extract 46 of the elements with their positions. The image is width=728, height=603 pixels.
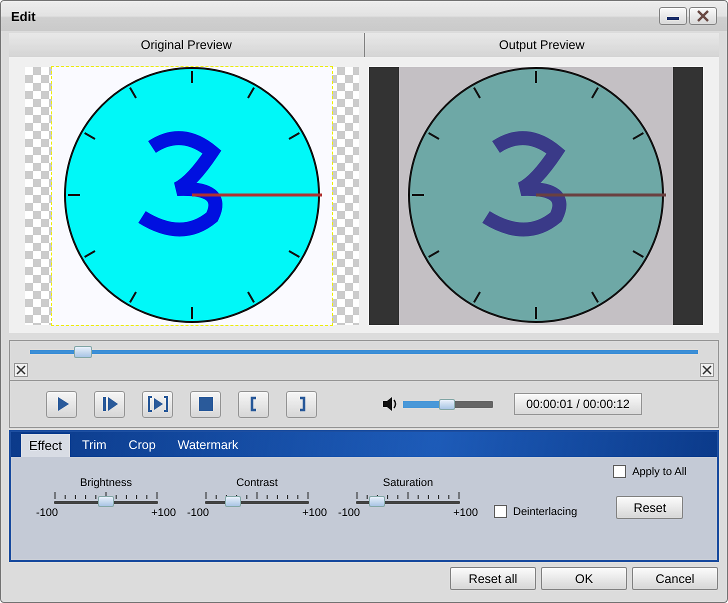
min-value: -100 xyxy=(338,507,360,519)
slider-thumb[interactable] xyxy=(439,398,456,410)
ok-button[interactable]: OK xyxy=(541,567,627,590)
minimize-button[interactable] xyxy=(659,7,687,25)
slider-label: Contrast xyxy=(236,477,278,489)
right-bracket-icon xyxy=(298,396,306,412)
left-bracket-button[interactable] xyxy=(238,390,269,418)
cancel-button[interactable]: Cancel xyxy=(632,567,718,590)
tab[interactable]: Effect xyxy=(21,434,70,457)
reset-all-button[interactable]: Reset all xyxy=(450,567,536,590)
volume-slider[interactable] xyxy=(403,400,493,408)
slider-label: Brightness xyxy=(80,477,132,489)
effect-slider[interactable] xyxy=(205,491,309,505)
slider-label: Saturation xyxy=(382,477,434,489)
bracketed-play-button[interactable] xyxy=(142,390,173,418)
close-icon xyxy=(696,10,710,22)
tab[interactable]: Crop xyxy=(118,438,166,457)
time-display: 00:00:01 / 00:00:12 xyxy=(514,393,642,415)
preview-header: Output Preview xyxy=(498,37,586,54)
right-bracket-button[interactable] xyxy=(286,390,317,418)
max-value: +100 xyxy=(453,507,478,519)
max-value: +100 xyxy=(151,507,176,519)
bracketed-play-icon xyxy=(148,394,168,414)
tab[interactable]: Trim xyxy=(72,438,117,457)
slider-thumb[interactable] xyxy=(225,496,242,507)
checkbox-label: Deinterlacing xyxy=(513,506,578,518)
speaker-icon[interactable] xyxy=(382,396,398,412)
max-value: +100 xyxy=(302,507,327,519)
effect-slider[interactable] xyxy=(54,491,158,505)
step-button[interactable] xyxy=(94,390,125,418)
min-value: -100 xyxy=(187,507,210,519)
slider-thumb[interactable] xyxy=(98,496,114,507)
slider-thumb[interactable] xyxy=(74,346,92,358)
min-value: -100 xyxy=(36,507,58,519)
checkbox-label: Apply to All xyxy=(632,466,687,478)
checkbox[interactable] xyxy=(613,465,626,478)
reset-button[interactable]: Reset xyxy=(616,496,684,519)
left-bracket-icon xyxy=(250,396,258,412)
effect-slider[interactable] xyxy=(356,491,460,505)
slider-thumb[interactable] xyxy=(368,496,385,507)
checkbox[interactable] xyxy=(494,505,507,518)
close-button[interactable] xyxy=(689,7,717,25)
play-button[interactable] xyxy=(46,390,77,418)
window-title: Edit xyxy=(11,8,36,24)
tab[interactable]: Watermark xyxy=(168,438,248,457)
stop-button[interactable] xyxy=(190,390,221,418)
